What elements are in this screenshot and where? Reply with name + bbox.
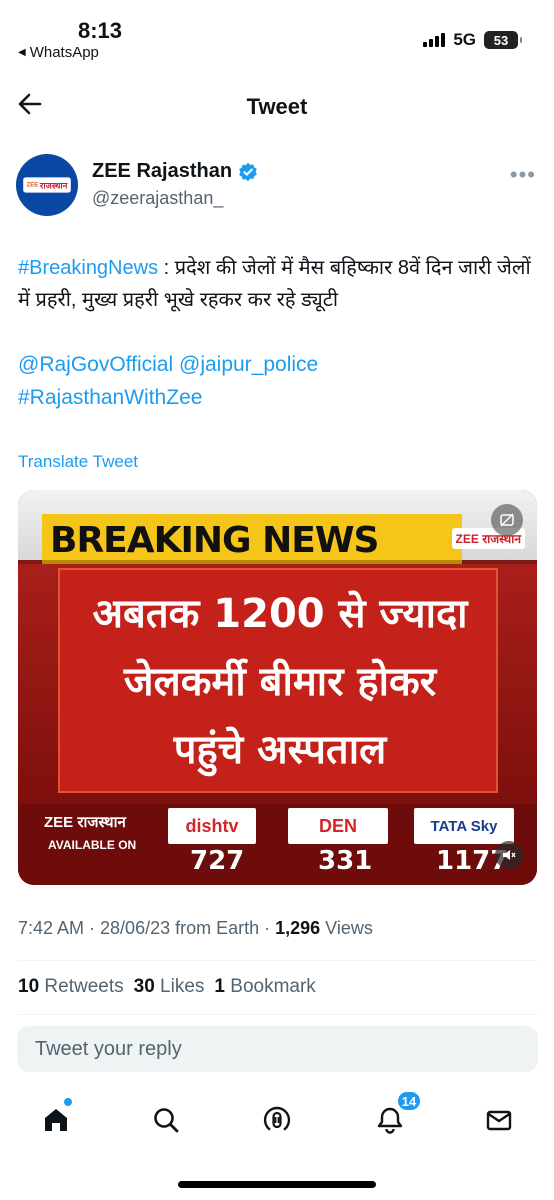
signal-icon (423, 33, 446, 47)
hashtag-link[interactable]: #BreakingNews (18, 257, 158, 279)
status-bar: 8:13 ◀ WhatsApp 5G 53 (0, 0, 554, 70)
channel-logo-tatasky: TATA Sky (414, 808, 514, 844)
more-options-icon[interactable]: ••• (510, 162, 536, 188)
mention-link[interactable]: @jaipur_police (179, 353, 318, 376)
tweet-author: ZEE राजस्थान ZEE Rajasthan @zeerajasthan… (16, 154, 538, 218)
home-icon (45, 1109, 67, 1131)
home-unread-dot (64, 1098, 72, 1106)
tweet-stats: 10 Retweets 30 Likes 1 Bookmark (18, 976, 316, 998)
back-app-label: WhatsApp (29, 44, 99, 61)
back-to-app-link[interactable]: ◀ WhatsApp (18, 44, 99, 61)
battery-icon: 53 (484, 31, 522, 49)
status-time: 8:13 (78, 18, 123, 43)
translate-link[interactable]: Translate Tweet (18, 452, 138, 472)
views-label: Views (320, 918, 373, 938)
header: Tweet (0, 80, 554, 136)
video-footer: ZEE राजस्थान AVAILABLE ON dishtv 727 DEN… (18, 804, 537, 885)
avatar-logo: ZEE राजस्थान (23, 177, 71, 193)
headline-panel: अबतक 1200 से ज्यादा जेलकर्मी बीमार होकर … (58, 568, 498, 793)
tweet-video[interactable]: BREAKING NEWS ZEE राजस्थान अबतक 1200 से … (18, 490, 537, 885)
tweet-meta: 7:42 AM · 28/06/23 from Earth · 1,296 Vi… (18, 918, 373, 939)
channel-logo-den: DEN (288, 808, 388, 844)
battery-level: 53 (493, 32, 509, 48)
page-title: Tweet (246, 94, 308, 119)
reply-placeholder: Tweet your reply (35, 1037, 182, 1060)
likes-count: 30 (133, 976, 155, 997)
channel-number: 331 (318, 846, 373, 876)
reply-input[interactable]: Tweet your reply (17, 1026, 538, 1072)
headline-line: जेलकर्मी बीमार होकर (123, 659, 437, 705)
tweet-mentions: @RajGovOfficial @jaipur_police #Rajastha… (18, 348, 538, 414)
views-count: 1,296 (275, 918, 321, 938)
bookmarks-label: Bookmark (230, 976, 316, 997)
retweets-label: Retweets (44, 976, 124, 997)
video-main-area: अबतक 1200 से ज्यादा जेलकर्मी बीमार होकर … (18, 564, 537, 804)
headline-line: पहुंचे अस्पताल (173, 727, 387, 773)
verified-badge-icon (239, 162, 257, 181)
breaking-news-text: BREAKING NEWS (50, 520, 379, 561)
tab-bar: 14 (0, 1090, 554, 1148)
tab-search[interactable] (146, 1100, 186, 1140)
timestamp: 7:42 AM · 28/06/23 from Earth · (18, 918, 276, 938)
notifications-badge: 14 (396, 1090, 422, 1112)
home-indicator (178, 1181, 376, 1188)
mail-icon (486, 1110, 512, 1131)
bookmarks-stat[interactable]: 1 Bookmark (214, 976, 315, 998)
retweets-count: 10 (18, 976, 40, 997)
search-icon (154, 1108, 179, 1133)
footer-brand: ZEE राजस्थान (44, 814, 126, 831)
likes-label: Likes (160, 976, 205, 997)
mute-icon[interactable] (495, 841, 523, 869)
divider (18, 1014, 538, 1015)
likes-stat[interactable]: 30 Likes (134, 976, 205, 998)
channel-number: 727 (190, 846, 245, 876)
available-on-label: AVAILABLE ON (48, 838, 137, 852)
retweets-stat[interactable]: 10 Retweets (18, 976, 124, 998)
headline-line: अबतक 1200 से ज्यादा (92, 591, 468, 637)
author-handle[interactable]: @zeerajasthan_ (92, 188, 223, 209)
breaking-news-banner: BREAKING NEWS (42, 514, 462, 564)
channel-logo-dishtv: dishtv (168, 808, 256, 844)
avatar[interactable]: ZEE राजस्थान (16, 154, 78, 216)
tab-messages[interactable] (479, 1100, 519, 1140)
avatar-zee: ZEE (26, 182, 39, 188)
avatar-text: राजस्थान (39, 181, 68, 191)
divider (18, 960, 538, 961)
tab-home[interactable] (36, 1098, 76, 1140)
author-name-row[interactable]: ZEE Rajasthan (92, 160, 258, 183)
mention-link[interactable]: @RajGovOfficial (18, 353, 173, 376)
author-name: ZEE Rajasthan (92, 160, 233, 182)
tweet-text: #BreakingNews : प्रदेश की जेलों में मैस … (18, 252, 538, 316)
back-triangle-icon: ◀ (18, 47, 26, 58)
tab-notifications[interactable]: 14 (370, 1090, 422, 1140)
network-label: 5G (453, 30, 476, 49)
spaces-icon (263, 1106, 291, 1131)
hashtag-link[interactable]: #RajasthanWithZee (18, 386, 202, 409)
media-settings-icon[interactable] (491, 504, 523, 536)
tab-spaces[interactable] (257, 1100, 297, 1140)
bookmarks-count: 1 (214, 976, 225, 997)
